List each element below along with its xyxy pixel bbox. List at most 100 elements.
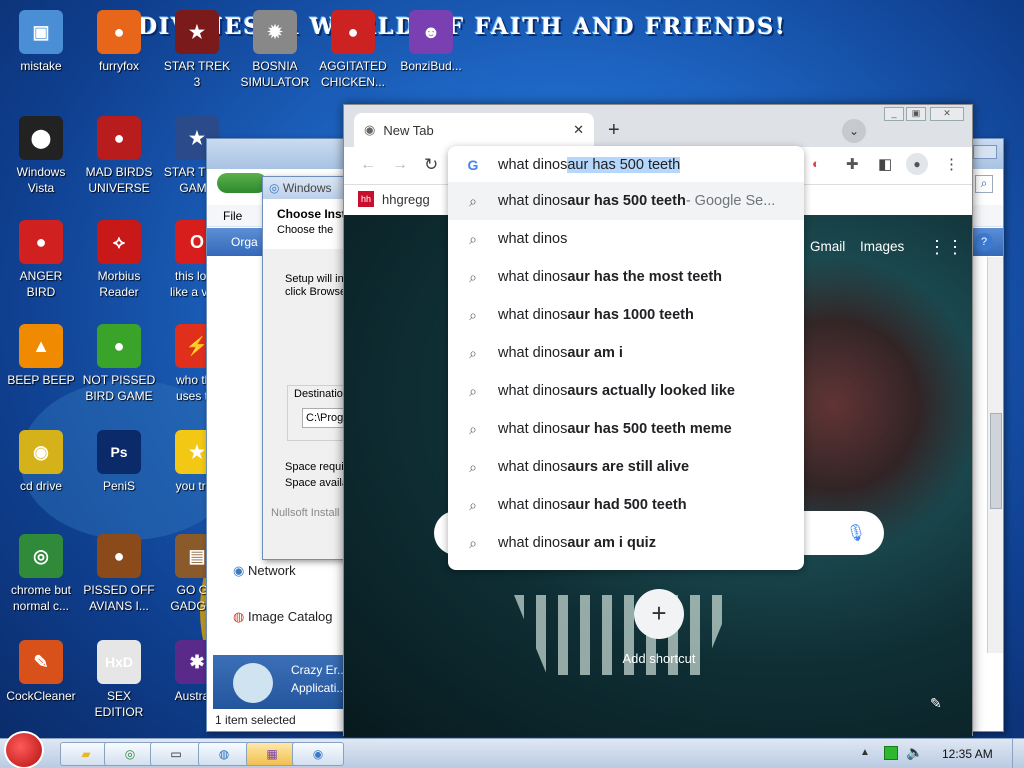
desktop-icon[interactable]: ▲ BEEP BEEP: [0, 318, 82, 414]
taskbar-installer[interactable]: ▦: [246, 742, 298, 766]
search-icon: ⌕: [469, 306, 477, 323]
maximize-button[interactable]: ▣: [906, 107, 926, 121]
omnibox-suggestion[interactable]: ⌕ what dinos: [448, 220, 804, 258]
close-window-button[interactable]: ✕: [930, 107, 964, 121]
forward-arrow-icon[interactable]: →: [392, 156, 408, 174]
desktop-icon[interactable]: ◎ chrome but normal c...: [0, 528, 82, 624]
desktop-icon[interactable]: ☻ BonziBud...: [390, 4, 472, 100]
network-tray-icon[interactable]: [884, 746, 898, 760]
omnibox-suggestion[interactable]: ⌕ what dinos aur had 500 teeth: [448, 486, 804, 524]
omnibox-suggestion[interactable]: ⌕ what dinos aur has the most teeth: [448, 258, 804, 296]
customize-pencil-icon[interactable]: ✎: [930, 695, 942, 712]
suggestion-bold: aur am i quiz: [567, 535, 656, 551]
omnibox-autocomplete: aur has 500 teeth: [567, 157, 681, 173]
installer-window[interactable]: ◎ Windows Choose Inst Choose the Setup w…: [262, 176, 357, 560]
suggestion-bold: aur has 500 teeth meme: [567, 421, 732, 437]
omnibox-suggestion[interactable]: ⌕ what dinos aurs actually looked like: [448, 372, 804, 410]
desktop-icon[interactable]: ✹ BOSNIA SIMULATOR: [234, 4, 316, 100]
omnibox-suggestion[interactable]: ⌕ what dinos aur has 500 teeth - Google Se…: [448, 182, 804, 220]
desktop-icon[interactable]: ⬤ Windows Vista: [0, 110, 82, 206]
desktop-icon-label: chrome but normal c...: [10, 583, 72, 613]
desktop-icon-label: PeniS: [102, 479, 136, 493]
installer-titlebar[interactable]: ◎ Windows: [263, 177, 351, 199]
desktop-icon-label: Windows Vista: [16, 165, 66, 195]
start-button[interactable]: [4, 731, 44, 768]
omnibox-suggestion[interactable]: ⌕ what dinos aur am i quiz: [448, 524, 804, 562]
tray-arrow-icon[interactable]: ▲: [860, 747, 870, 758]
new-tab-button[interactable]: +: [608, 119, 620, 142]
desktop-icon-image: ⟡: [97, 220, 141, 264]
profile-icon[interactable]: ●: [906, 153, 928, 175]
close-tab-icon[interactable]: ✕: [573, 122, 584, 138]
menu-file[interactable]: File: [223, 209, 242, 223]
desktop-icon[interactable]: ● AGGITATED CHICKEN...: [312, 4, 394, 100]
lens-icon[interactable]: ◐: [812, 156, 820, 171]
catalog-icon: ◍: [233, 609, 245, 624]
suggestion-plain: what dinos: [498, 383, 568, 399]
desktop-icon[interactable]: HxD SEX EDITIOR: [78, 634, 160, 730]
desktop-icon-image: ✎: [19, 640, 63, 684]
gmail-link[interactable]: Gmail: [810, 239, 845, 254]
desktop-icon[interactable]: Ps PeniS: [78, 424, 160, 520]
add-shortcut-label: Add shortcut: [622, 651, 696, 666]
organize-button[interactable]: Orga: [231, 235, 258, 249]
desktop-icon[interactable]: ▣ mistake: [0, 4, 82, 100]
desktop-icon[interactable]: ◉ cd drive: [0, 424, 82, 520]
extensions-icon[interactable]: ✚: [846, 155, 859, 173]
tab-strip[interactable]: ◉ New Tab ✕ + ⌄ _ ▣ ✕: [344, 105, 972, 147]
voice-search-icon[interactable]: 🎙: [846, 523, 866, 543]
taskbar-app6[interactable]: ◉: [292, 742, 344, 766]
desktop-icon-image: ☻: [409, 10, 453, 54]
omnibox-suggestion[interactable]: ⌕ what dinos aur has 1000 teeth: [448, 296, 804, 334]
add-shortcut-button[interactable]: +: [634, 589, 684, 639]
scroll-thumb[interactable]: [990, 413, 1002, 509]
desktop-icon[interactable]: ⟡ Morbius Reader: [78, 214, 160, 310]
taskbar-chrome[interactable]: ◎: [104, 742, 156, 766]
apps-grid-icon[interactable]: ⋮⋮: [928, 237, 964, 258]
terminal-icon: ▭: [170, 747, 182, 761]
desktop-icon[interactable]: ● PISSED OFF AVIANS I...: [78, 528, 160, 624]
installer-header: Choose Inst Choose the: [263, 199, 351, 249]
menu-dots-icon[interactable]: ⋮: [944, 155, 959, 173]
desktop-icon-label: SEX EDITIOR: [94, 689, 144, 719]
desktop-icon[interactable]: ● ANGER BIRD: [0, 214, 82, 310]
space-required: Space requi: [285, 461, 344, 473]
omnibox-suggestion[interactable]: ⌕ what dinos aurs are still alive: [448, 448, 804, 486]
bookmark-hhgregg[interactable]: hh hhgregg: [358, 191, 430, 207]
explorer-window-controls[interactable]: [973, 145, 997, 159]
volume-icon[interactable]: 🔈: [906, 744, 923, 761]
omnibox-typed: what dinos: [498, 157, 568, 173]
clock[interactable]: 12:35 AM: [942, 747, 993, 761]
omnibox-dropdown[interactable]: G what dinos aur has 500 teeth ⌕ what dino…: [448, 146, 804, 570]
desktop-icon-image: ▲: [19, 324, 63, 368]
folder-icon: ▰: [81, 747, 91, 761]
desktop-icon[interactable]: ★ STAR TREK 3: [156, 4, 238, 100]
minimize-button[interactable]: _: [884, 107, 904, 121]
nav-image-catalog[interactable]: ◍ Image Catalog: [233, 609, 333, 625]
suggestion-plain: what dinos: [498, 345, 568, 361]
desktop-icon-image: ⬤: [19, 116, 63, 160]
help-icon[interactable]: ?: [975, 233, 993, 251]
omnibox-suggestion[interactable]: ⌕ what dinos aur has 500 teeth meme: [448, 410, 804, 448]
desktop-icon[interactable]: ● MAD BIRDS UNIVERSE: [78, 110, 160, 206]
back-forward-buttons[interactable]: [217, 173, 267, 193]
reload-icon[interactable]: ↻: [424, 155, 438, 175]
taskbar-terminal[interactable]: ▭: [150, 742, 202, 766]
tab-new-tab[interactable]: ◉ New Tab ✕: [354, 113, 594, 147]
back-arrow-icon[interactable]: ←: [360, 156, 376, 174]
explorer-search-icon[interactable]: ⌕: [975, 175, 993, 193]
desktop-icon[interactable]: ✎ CockCleaner: [0, 634, 82, 730]
nav-network[interactable]: ◉ Network: [233, 563, 296, 579]
taskbar-app4[interactable]: ◍: [198, 742, 250, 766]
show-desktop-button[interactable]: [1012, 739, 1024, 768]
explorer-scrollbar[interactable]: [987, 257, 1003, 653]
side-panel-icon[interactable]: ◧: [878, 155, 892, 173]
desktop-icon-image: ✹: [253, 10, 297, 54]
suggestion-plain: what dinos: [498, 307, 568, 323]
desktop-icon[interactable]: ● furryfox: [78, 4, 160, 100]
images-link[interactable]: Images: [860, 239, 904, 254]
tab-search-button[interactable]: ⌄: [842, 119, 866, 143]
desktop-icon[interactable]: ● NOT PISSED BIRD GAME: [78, 318, 160, 414]
omnibox-suggestion[interactable]: ⌕ what dinos aur am i: [448, 334, 804, 372]
omnibox-input[interactable]: G what dinos aur has 500 teeth: [448, 146, 804, 184]
